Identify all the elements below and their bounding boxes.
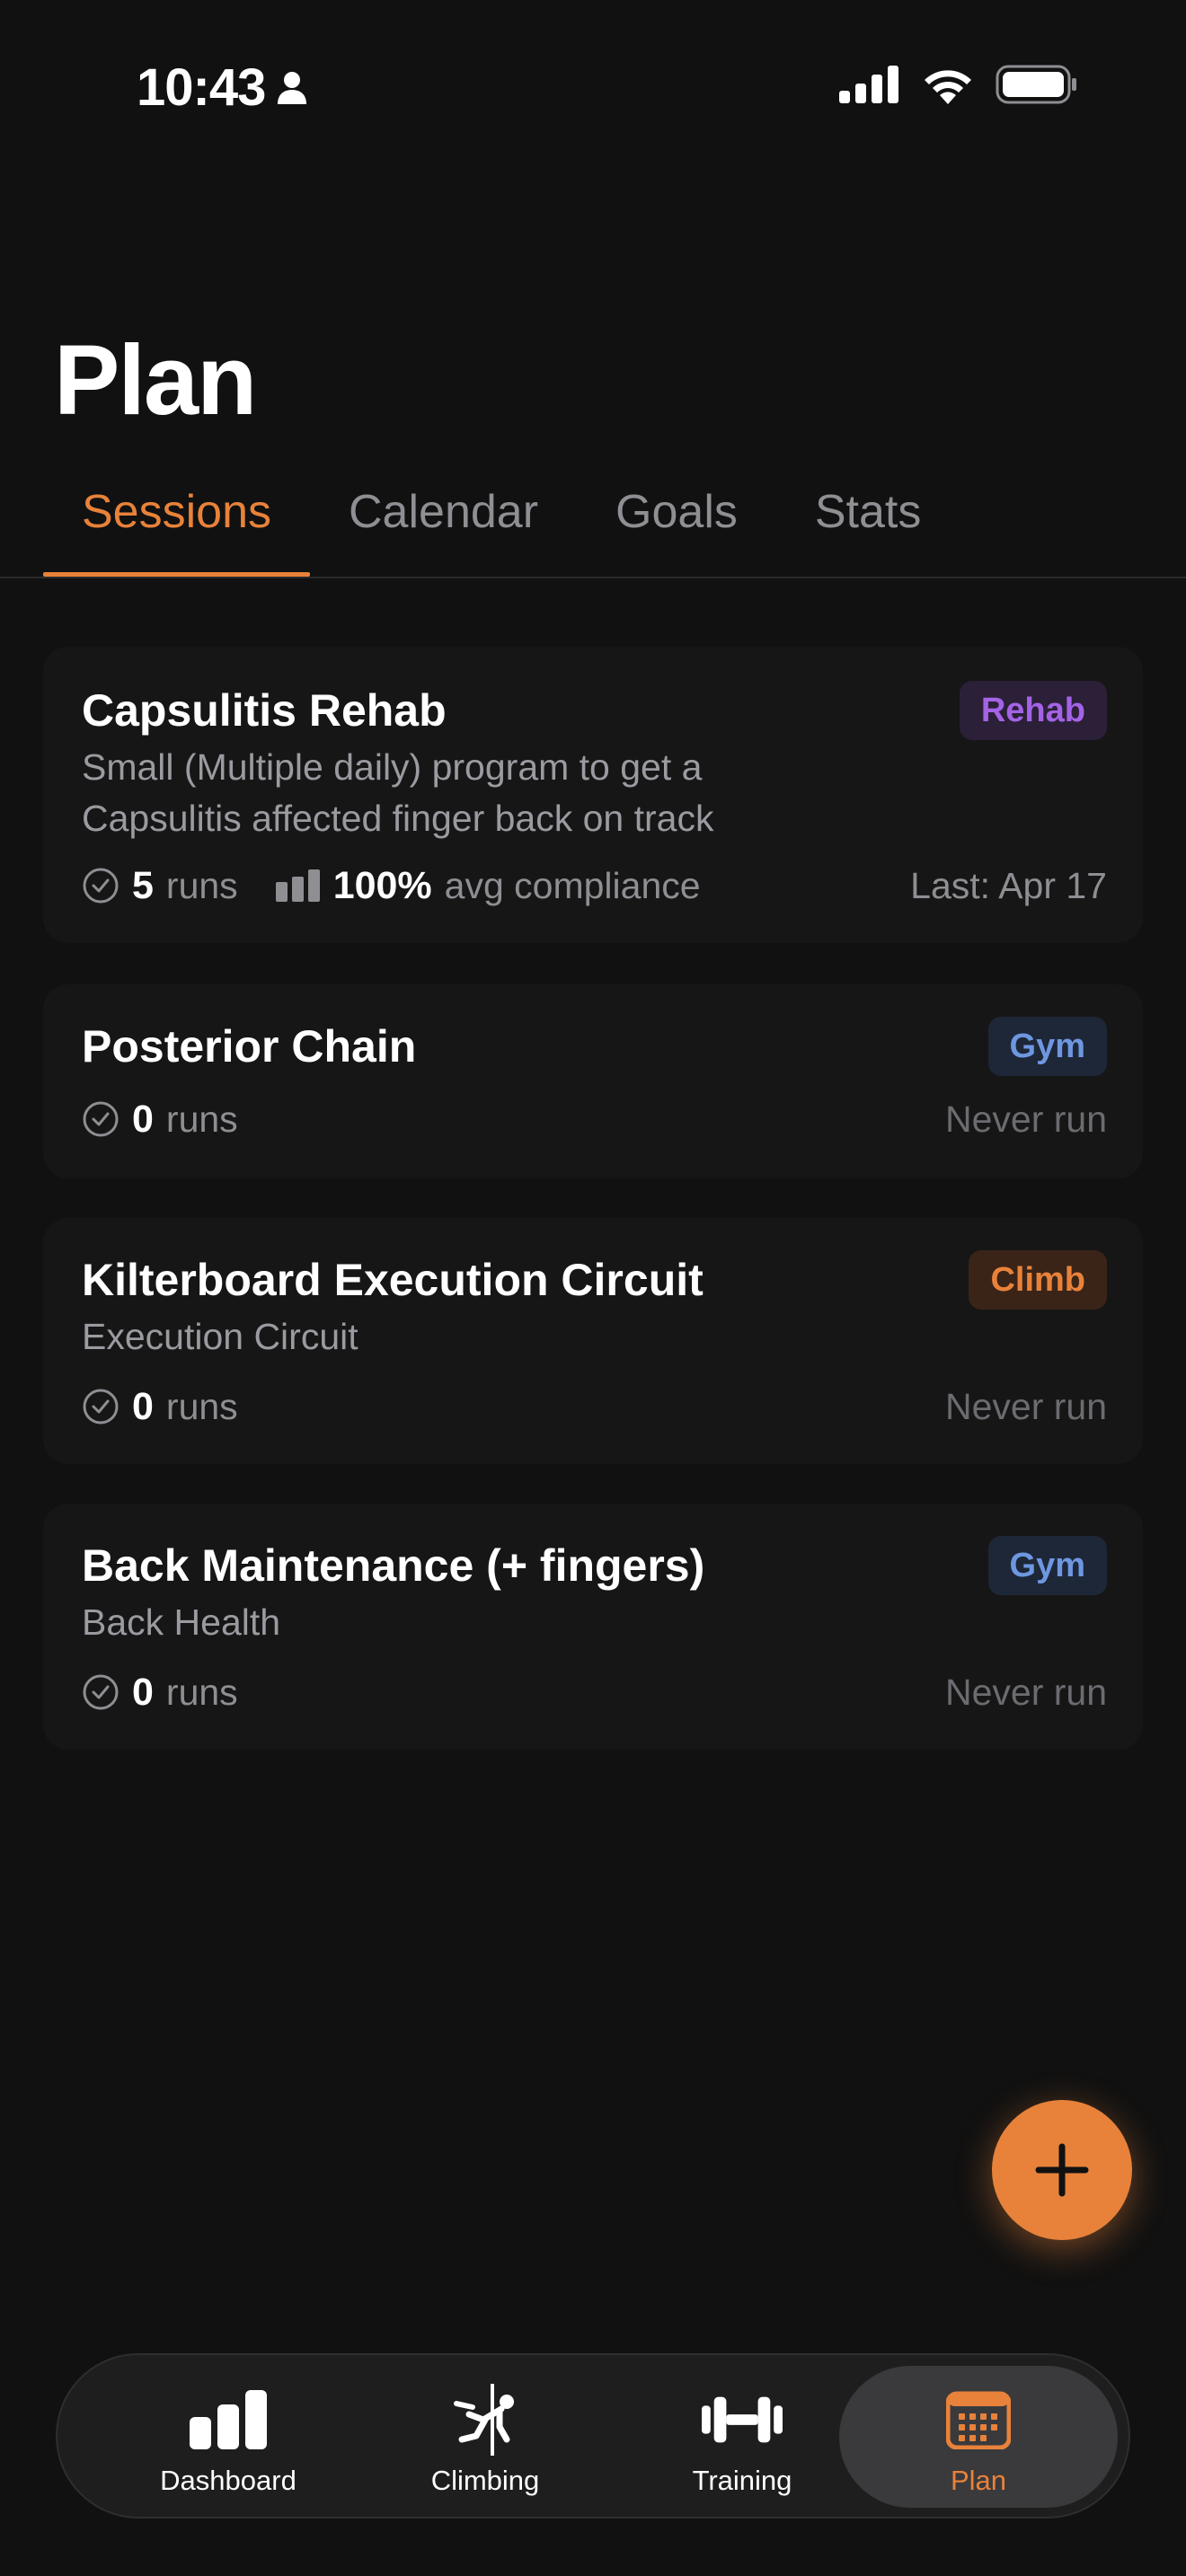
- compliance-stat: 100% avg compliance: [275, 863, 701, 908]
- session-description: Small (Multiple daily) program to get a …: [82, 746, 714, 839]
- session-meta: 0 runs Never run: [82, 1094, 1107, 1144]
- session-title: Posterior Chain: [82, 1021, 417, 1072]
- session-card[interactable]: Capsulitis Rehab Rehab Small (Multiple d…: [43, 647, 1143, 943]
- tab-sessions[interactable]: Sessions: [43, 467, 310, 577]
- runs-stat: 0 runs: [82, 1098, 238, 1142]
- last-run: Last: Apr 17: [910, 864, 1107, 906]
- climber-icon: [445, 2384, 526, 2456]
- tab-calendar[interactable]: Calendar: [310, 467, 577, 577]
- session-card[interactable]: Kilterboard Execution Circuit Climb Exec…: [43, 1218, 1143, 1464]
- runs-label: runs: [165, 1385, 238, 1427]
- compliance-value: 100%: [332, 863, 432, 907]
- person-icon: [278, 71, 307, 104]
- tabbar-label: Dashboard: [160, 2465, 296, 2496]
- status-time-text: 10:43: [137, 58, 266, 117]
- check-circle-icon: [83, 1389, 119, 1425]
- status-indicators: [839, 65, 1078, 104]
- tabbar-dashboard[interactable]: Dashboard: [102, 2366, 354, 2508]
- tabbar-plan[interactable]: Plan: [839, 2366, 1118, 2508]
- runs-count: 0: [132, 1670, 154, 1714]
- session-title: Capsulitis Rehab: [82, 685, 447, 736]
- check-circle-icon: [83, 1101, 119, 1137]
- status-bar: 10:43: [0, 0, 1186, 171]
- tabbar-label: Climbing: [430, 2465, 540, 2496]
- category-badge: Gym: [987, 1536, 1107, 1595]
- session-description: Execution Circuit: [82, 1316, 358, 1357]
- segment-tabs: Sessions Calendar Goals Stats: [43, 467, 960, 577]
- runs-count: 0: [132, 1097, 154, 1141]
- bottom-tab-bar: Dashboard Climbing Training Plan: [56, 2353, 1130, 2519]
- runs-stat: 0 runs: [82, 1671, 238, 1715]
- runs-count: 0: [132, 1384, 154, 1428]
- calendar-icon: [938, 2386, 1019, 2454]
- category-badge: Climb: [969, 1250, 1107, 1310]
- runs-stat: 5 runs: [82, 864, 238, 908]
- runs-label: runs: [165, 1671, 238, 1713]
- session-card[interactable]: Posterior Chain Gym 0 runs Never run: [43, 984, 1143, 1178]
- session-meta: 0 runs Never run: [82, 1667, 1107, 1717]
- bar-chart-icon: [275, 869, 320, 902]
- category-badge: Rehab: [959, 681, 1107, 740]
- session-title: Back Maintenance (+ fingers): [82, 1540, 705, 1591]
- last-run: Never run: [944, 1385, 1107, 1427]
- session-description: Back Health: [82, 1601, 281, 1643]
- session-meta: 5 runs 100% avg compliance Last: Apr 17: [82, 860, 1107, 911]
- session-card[interactable]: Back Maintenance (+ fingers) Gym Back He…: [43, 1504, 1143, 1750]
- tabbar-climbing[interactable]: Climbing: [359, 2366, 611, 2508]
- session-meta: 0 runs Never run: [82, 1381, 1107, 1432]
- tabbar-label: Training: [692, 2465, 792, 2496]
- plus-icon: [1035, 2143, 1089, 2197]
- battery-icon: [996, 65, 1076, 104]
- runs-label: runs: [165, 1098, 238, 1140]
- dumbbell-icon: [702, 2386, 783, 2454]
- compliance-label: avg compliance: [444, 864, 701, 906]
- page-title: Plan: [54, 325, 257, 436]
- last-run: Never run: [944, 1671, 1107, 1713]
- check-circle-icon: [83, 868, 119, 904]
- add-session-button[interactable]: [992, 2100, 1132, 2240]
- runs-stat: 0 runs: [82, 1385, 238, 1429]
- cellular-signal-icon: [839, 66, 898, 103]
- session-title: Kilterboard Execution Circuit: [82, 1255, 704, 1305]
- category-badge: Gym: [987, 1017, 1107, 1076]
- wifi-icon: [925, 70, 971, 104]
- tab-stats[interactable]: Stats: [776, 467, 960, 577]
- bar-chart-icon: [188, 2386, 269, 2454]
- runs-label: runs: [165, 864, 238, 906]
- tabbar-label: Plan: [950, 2465, 1007, 2496]
- last-run: Never run: [944, 1098, 1107, 1140]
- tab-goals[interactable]: Goals: [577, 467, 776, 577]
- tabbar-training[interactable]: Training: [616, 2366, 868, 2508]
- tabs-divider: [0, 577, 1186, 578]
- runs-count: 5: [132, 863, 154, 907]
- status-time: 10:43: [137, 57, 308, 118]
- check-circle-icon: [83, 1674, 119, 1710]
